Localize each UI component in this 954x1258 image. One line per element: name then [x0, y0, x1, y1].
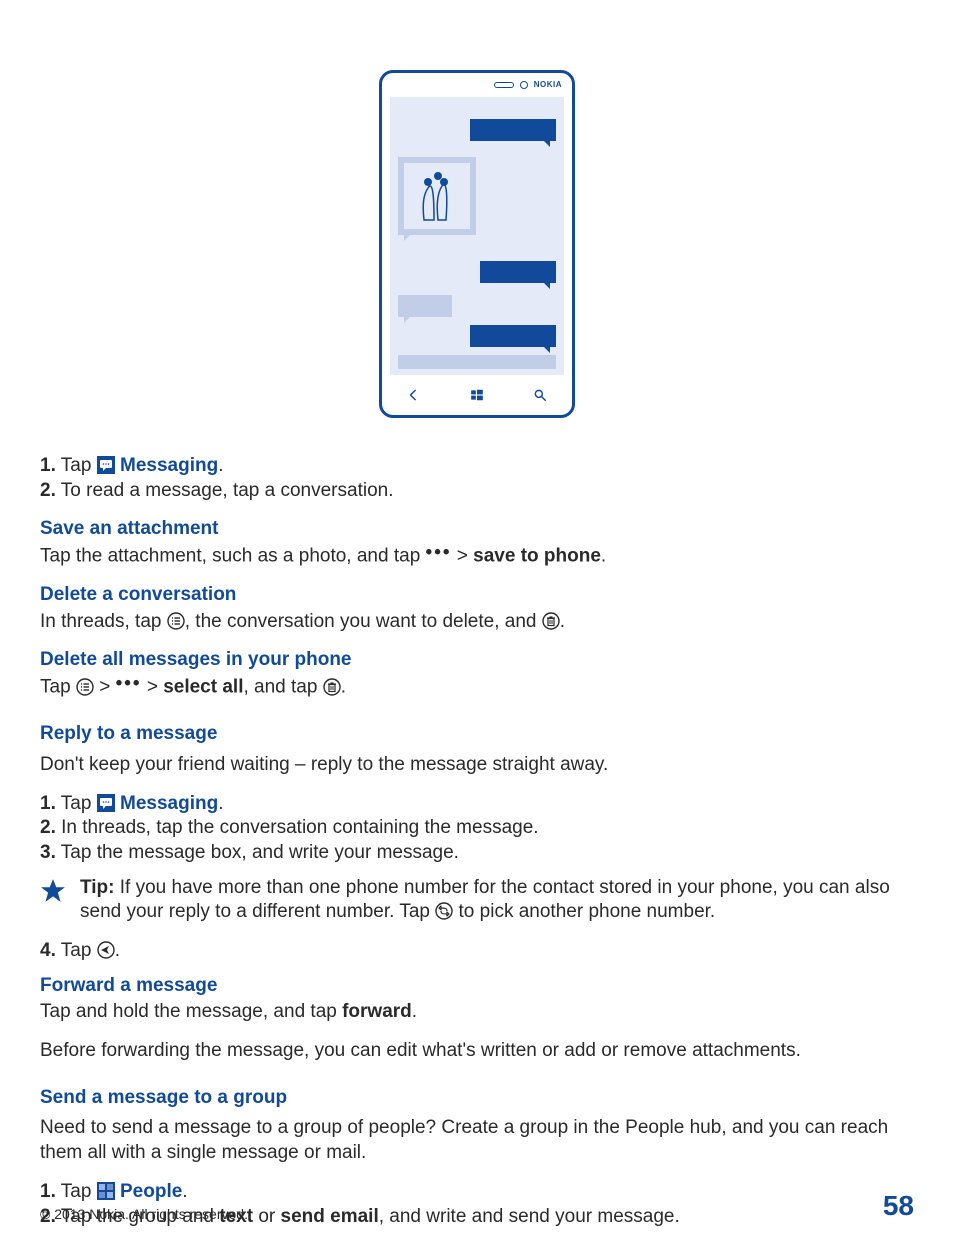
section-delete-conversation: Delete a conversation — [40, 583, 914, 608]
delete-icon — [542, 612, 560, 630]
back-icon — [407, 388, 421, 407]
group-intro: Need to send a message to a group of peo… — [40, 1116, 914, 1165]
tip-text: Tip: If you have more than one phone num… — [80, 876, 914, 925]
step-2: 2. To read a message, tap a conversation… — [40, 479, 914, 504]
select-list-icon — [76, 678, 94, 696]
section-save-attachment: Save an attachment — [40, 517, 914, 542]
page-footer: © 2013 Nokia. All rights reserved. 58 — [40, 1190, 914, 1222]
copyright-text: © 2013 Nokia. All rights reserved. — [40, 1206, 248, 1222]
delete-all-body: Tap > ••• > select all, and tap . — [40, 675, 914, 700]
save-attachment-body: Tap the attachment, such as a photo, and… — [40, 544, 914, 569]
delete-icon — [323, 678, 341, 696]
more-icon: ••• — [426, 541, 452, 566]
windows-icon — [470, 388, 484, 407]
reply-step-4: 4. Tap . — [40, 939, 914, 964]
messaging-tile-icon — [97, 794, 115, 812]
reply-intro: Don't keep your friend waiting – reply t… — [40, 753, 914, 778]
reply-step-1: 1. Tap Messaging. — [40, 792, 914, 817]
reply-step-3: 3. Tap the message box, and write your m… — [40, 841, 914, 866]
tip-callout: Tip: If you have more than one phone num… — [40, 876, 914, 925]
search-icon — [533, 388, 547, 407]
phone-brand: NOKIA — [534, 80, 562, 89]
send-icon — [97, 941, 115, 959]
section-reply: Reply to a message — [40, 722, 914, 747]
section-group: Send a message to a group — [40, 1086, 914, 1111]
section-forward: Forward a message — [40, 974, 914, 999]
page-number: 58 — [883, 1190, 914, 1222]
forward-note: Before forwarding the message, you can e… — [40, 1039, 914, 1064]
phone-illustration: NOKIA — [40, 70, 914, 418]
forward-body: Tap and hold the message, and tap forwar… — [40, 1000, 914, 1025]
reply-step-2: 2. In threads, tap the conversation cont… — [40, 816, 914, 841]
delete-conversation-body: In threads, tap , the conversation you w… — [40, 610, 914, 635]
switch-number-icon — [435, 902, 453, 920]
more-icon: ••• — [116, 672, 142, 697]
messaging-tile-icon — [97, 456, 115, 474]
star-icon — [40, 878, 66, 904]
select-list-icon — [167, 612, 185, 630]
step-1: 1. Tap Messaging. — [40, 454, 914, 479]
section-delete-all: Delete all messages in your phone — [40, 648, 914, 673]
